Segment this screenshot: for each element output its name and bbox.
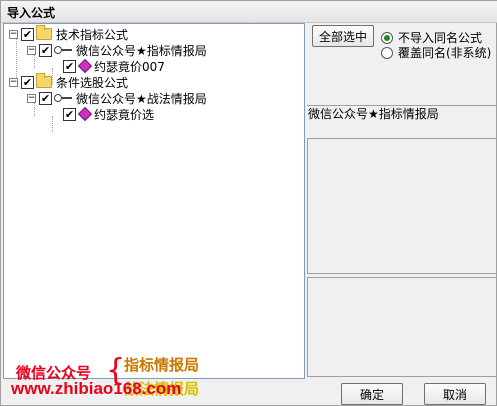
title-bar: 导入公式: [1, 1, 497, 23]
key-icon: [54, 45, 72, 55]
ok-button[interactable]: 确定: [341, 383, 403, 405]
group-checkbox[interactable]: ✔: [21, 27, 34, 41]
formula-description-panel: [307, 138, 497, 274]
promo-indicator-bureau: 指标情报局: [124, 356, 200, 374]
folder-icon: [36, 25, 52, 40]
account-checkbox[interactable]: ✔: [39, 43, 52, 57]
window-title: 导入公式: [7, 6, 56, 20]
select-all-button[interactable]: 全部选中: [312, 25, 374, 47]
tree-item-label: 约瑟竟价007: [94, 59, 165, 74]
formula-checkbox[interactable]: ✔: [63, 59, 76, 73]
selected-formula-name: 微信公众号★指标情报局: [308, 107, 439, 121]
promo-url: www.zhibiao168.com: [11, 379, 182, 398]
group-checkbox[interactable]: ✔: [21, 75, 34, 89]
tree-item-label: 条件选股公式: [56, 75, 129, 90]
collapse-icon[interactable]: −: [27, 93, 36, 103]
tree-item-account-tactics[interactable]: − ✔ 微信公众号★战法情报局: [27, 90, 207, 106]
collapse-icon[interactable]: −: [27, 45, 36, 55]
tree-item-label: 约瑟竟价选: [94, 107, 155, 122]
import-formula-dialog: 导入公式 − ✔ 技术指标公式 − ✔ 微信公众号★指标情报局 ✔ 约瑟竟价00…: [0, 0, 497, 406]
account-checkbox[interactable]: ✔: [39, 91, 52, 105]
tree-item-label: 微信公众号★战法情报局: [76, 91, 207, 106]
formula-gem-icon: [77, 58, 93, 74]
tree-item-formula-select[interactable]: ✔ 约瑟竟价选: [63, 106, 154, 122]
radio-label: 覆盖同名(非系统): [398, 46, 492, 60]
collapse-icon[interactable]: −: [9, 77, 18, 87]
formula-detail-panel: [307, 277, 497, 377]
tree-item-label: 技术指标公式: [56, 27, 129, 42]
radio-overwrite-duplicates[interactable]: 覆盖同名(非系统): [381, 44, 491, 61]
folder-icon: [36, 73, 52, 88]
tree-item-group-indicators[interactable]: − ✔ 技术指标公式: [9, 25, 129, 42]
tree-item-group-screening[interactable]: − ✔ 条件选股公式: [9, 73, 129, 90]
tree-connector: [52, 116, 53, 132]
radio-unselected-icon[interactable]: [381, 46, 393, 59]
tree-item-account-indicators[interactable]: − ✔ 微信公众号★指标情报局: [27, 42, 207, 58]
formula-gem-icon: [77, 106, 93, 122]
tree-item-formula-007[interactable]: ✔ 约瑟竟价007: [63, 58, 165, 74]
tree-item-label: 微信公众号★指标情报局: [76, 43, 207, 58]
key-icon: [54, 93, 72, 103]
radio-selected-icon[interactable]: [381, 31, 393, 44]
formula-tree[interactable]: − ✔ 技术指标公式 − ✔ 微信公众号★指标情报局 ✔ 约瑟竟价007 − ✔…: [3, 23, 305, 398]
collapse-icon[interactable]: −: [9, 29, 18, 39]
cancel-button[interactable]: 取消: [424, 383, 486, 405]
formula-checkbox[interactable]: ✔: [63, 107, 76, 121]
